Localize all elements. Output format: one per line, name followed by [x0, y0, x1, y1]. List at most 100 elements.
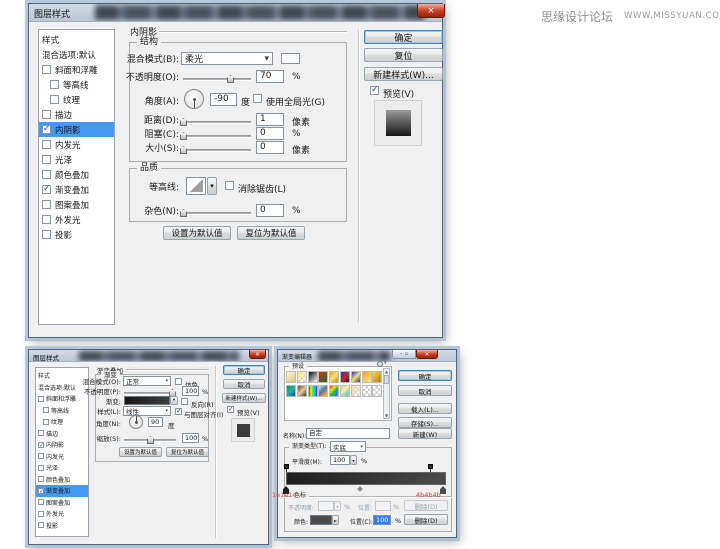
scroll-up-icon[interactable]: ▲ — [384, 369, 389, 374]
style-enable-checkbox[interactable]: ✓ — [42, 200, 51, 209]
save-button[interactable]: 存储(S)... — [398, 417, 452, 428]
style-enable-checkbox[interactable]: ✓ — [42, 215, 51, 224]
gear-icon[interactable] — [377, 361, 383, 367]
distance-slider[interactable] — [183, 121, 251, 123]
style-list-item[interactable]: ✓ 光泽 — [36, 462, 88, 474]
blend-mode-select[interactable]: 柔光 ▾ — [181, 52, 273, 65]
cancel-button[interactable]: 取消 — [398, 385, 452, 396]
style-enable-checkbox[interactable]: ✓ — [50, 80, 59, 89]
style-enable-checkbox[interactable]: ✓ — [38, 511, 44, 517]
style-list-item[interactable]: ✓ 投影 — [39, 227, 114, 242]
gradient-style-select[interactable]: 线性 ▾ — [123, 406, 171, 416]
style-enable-checkbox[interactable]: ✓ — [38, 499, 44, 505]
reset-default-button[interactable]: 复位为默认值 — [166, 447, 209, 457]
style-enable-checkbox[interactable]: ✓ — [38, 522, 44, 528]
style-enable-checkbox[interactable]: ✓ — [38, 465, 44, 471]
antialias-checkbox[interactable] — [225, 181, 234, 190]
smoothness-dropdown-button[interactable]: ▾ — [350, 455, 357, 465]
style-list-item[interactable]: ✓ 样式 — [39, 32, 114, 47]
gradient-preset-swatch[interactable] — [318, 385, 328, 397]
style-enable-checkbox[interactable]: ✓ — [42, 170, 51, 179]
reset-button[interactable]: 复位 — [364, 48, 443, 62]
style-list-item[interactable]: ✓ 外发光 — [36, 508, 88, 520]
style-list-item[interactable]: ✓ 颜色叠加 — [39, 167, 114, 182]
preview-checkbox[interactable]: ✓ — [227, 406, 234, 413]
distance-input[interactable]: 1 — [256, 113, 284, 126]
gradient-preset-swatch[interactable] — [351, 385, 361, 397]
new-style-button[interactable]: 新建样式(W)... — [364, 67, 443, 81]
choke-slider[interactable] — [183, 135, 251, 137]
scale-input[interactable]: 100 — [182, 433, 199, 443]
size-slider[interactable] — [183, 149, 251, 151]
gradient-preset-swatch[interactable] — [340, 371, 350, 383]
gradient-preset-swatch[interactable] — [362, 385, 372, 397]
gradient-preset-swatch[interactable] — [286, 371, 296, 383]
angle-dial[interactable] — [129, 415, 143, 429]
gradient-preset-swatch[interactable] — [372, 371, 382, 383]
style-enable-checkbox[interactable]: ✓ — [50, 95, 59, 104]
choke-input[interactable]: 0 — [256, 127, 284, 140]
contour-picker[interactable] — [186, 177, 206, 195]
style-enable-checkbox[interactable]: ✓ — [43, 407, 49, 413]
gradient-preset-swatch[interactable] — [297, 385, 307, 397]
angle-input[interactable]: -90 — [210, 93, 237, 106]
scrollbar-thumb[interactable] — [384, 375, 389, 384]
opacity-input[interactable]: 70 — [256, 70, 284, 83]
noise-slider[interactable] — [183, 212, 251, 214]
style-list-item[interactable]: ✓ 图案叠加 — [36, 497, 88, 509]
align-layer-checkbox[interactable]: ✓ — [175, 408, 182, 415]
gradient-preset-swatch[interactable] — [362, 371, 372, 383]
stop-color-arrow-button[interactable]: ► — [332, 515, 339, 525]
stop-location-input[interactable]: 100 — [373, 515, 391, 525]
angle-dial[interactable] — [184, 89, 204, 109]
style-list-item[interactable]: ✓ 颜色叠加 — [36, 474, 88, 486]
style-list-item[interactable]: ✓ 投影 — [36, 520, 88, 532]
ok-button[interactable]: 确定 — [398, 370, 452, 381]
style-enable-checkbox[interactable]: ✓ — [42, 230, 51, 239]
style-enable-checkbox[interactable]: ✓ — [42, 125, 51, 134]
opacity-input[interactable]: 100 — [182, 386, 199, 396]
gradient-preset-swatch[interactable] — [329, 371, 339, 383]
opacity-stop-left[interactable] — [284, 464, 289, 469]
presets-scrollbar[interactable]: ▲ ▼ — [383, 368, 390, 419]
new-gradient-button[interactable]: 新建(W) — [398, 428, 452, 439]
style-list-item[interactable]: ✓ 内发光 — [36, 451, 88, 463]
gradient-preset-swatch[interactable] — [308, 371, 318, 383]
global-light-checkbox[interactable] — [253, 94, 262, 103]
gradient-preset-swatch[interactable] — [351, 371, 361, 383]
gradient-bar[interactable] — [286, 472, 446, 485]
reverse-checkbox[interactable] — [181, 398, 188, 405]
blend-mode-select[interactable]: 正常 ▾ — [123, 376, 171, 386]
style-enable-checkbox[interactable]: ✓ — [38, 488, 44, 494]
opacity-slider[interactable] — [124, 392, 176, 394]
preset-menu-arrow-icon[interactable]: ▾ — [384, 360, 387, 366]
style-enable-checkbox[interactable]: ✓ — [43, 419, 49, 425]
shadow-color-swatch[interactable] — [281, 53, 300, 64]
noise-input[interactable]: 0 — [256, 204, 284, 217]
preview-checkbox[interactable]: ✓ — [370, 86, 379, 95]
window-controls[interactable]: – ▫ — [392, 350, 416, 359]
style-enable-checkbox[interactable]: ✓ — [42, 155, 51, 164]
smoothness-input[interactable]: 100 — [330, 455, 350, 465]
delete-color-stop-button[interactable]: 删除(D) — [404, 514, 448, 525]
load-button[interactable]: 载入(L)... — [398, 403, 452, 414]
style-enable-checkbox[interactable]: ✓ — [38, 453, 44, 459]
close-button[interactable]: × — [249, 350, 266, 359]
set-default-button[interactable]: 设置为默认值 — [119, 447, 162, 457]
set-default-button[interactable]: 设置为默认值 — [163, 226, 231, 240]
size-input[interactable]: 0 — [256, 141, 284, 154]
cancel-button[interactable]: 取消 — [223, 379, 265, 389]
ok-button[interactable]: 确定 — [364, 30, 443, 44]
contour-dropdown-button[interactable]: ▾ — [207, 177, 217, 195]
gradient-preset-swatch[interactable] — [340, 385, 350, 397]
gradient-preset-swatch[interactable] — [286, 385, 296, 397]
gradient-preset-swatch[interactable] — [297, 371, 307, 383]
style-list-item[interactable]: ✓ 渐变叠加 — [36, 485, 88, 497]
style-enable-checkbox[interactable]: ✓ — [42, 185, 51, 194]
name-input[interactable]: 自定 — [306, 428, 390, 439]
gradient-preset-swatch[interactable] — [372, 385, 382, 397]
close-button[interactable]: × — [416, 350, 438, 359]
style-enable-checkbox[interactable]: ✓ — [42, 65, 51, 74]
dither-checkbox[interactable] — [175, 378, 182, 385]
ok-button[interactable]: 确定 — [223, 365, 265, 375]
